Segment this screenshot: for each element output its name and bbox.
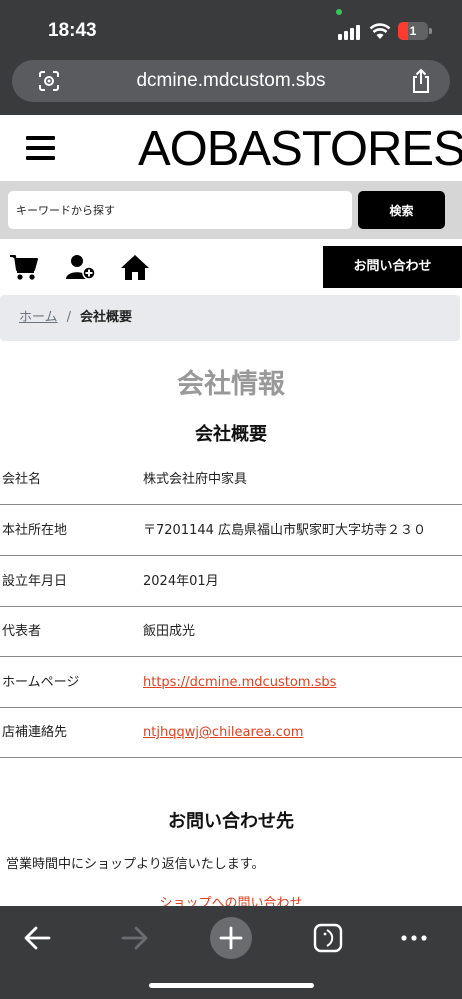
- tabs-icon[interactable]: [306, 916, 350, 960]
- info-label: 本社所在地: [2, 523, 68, 538]
- info-row: 設立年月日 2024年01月: [0, 557, 462, 607]
- icon-nav-row: お問い合わせ: [0, 239, 462, 295]
- page-title: 会社情報: [177, 369, 285, 400]
- breadcrumb-current: 会社概要: [80, 310, 133, 325]
- battery-icon: 1: [398, 22, 428, 40]
- search-button[interactable]: 検索: [358, 191, 445, 229]
- menu-icon[interactable]: [26, 136, 55, 160]
- info-label: 設立年月日: [2, 574, 68, 589]
- info-label: 代表者: [2, 624, 42, 639]
- info-row: ホームページ https://dcmine.mdcustom.sbs: [0, 658, 462, 708]
- homepage-link[interactable]: https://dcmine.mdcustom.sbs: [143, 658, 336, 708]
- contact-button[interactable]: お問い合わせ: [323, 246, 462, 288]
- breadcrumb: ホーム / 会社概要: [0, 295, 460, 341]
- breadcrumb-separator: /: [66, 310, 72, 325]
- battery-level: 1: [409, 24, 417, 38]
- add-user-icon[interactable]: [66, 253, 96, 281]
- inquiry-title: お問い合わせ先: [168, 811, 294, 832]
- cart-icon[interactable]: [9, 253, 39, 281]
- home-indicator: [149, 983, 314, 988]
- info-row: 店補連絡先 ntjhqqwj@chilearea.com: [0, 708, 462, 758]
- info-row: 会社名 株式会社府中家具: [0, 455, 462, 505]
- url-text[interactable]: dcmine.mdcustom.sbs: [12, 60, 450, 102]
- info-value: 株式会社府中家具: [143, 472, 248, 487]
- site-logo[interactable]: AOBASTORES: [138, 121, 462, 177]
- address-bar[interactable]: dcmine.mdcustom.sbs: [12, 60, 450, 102]
- info-row: 本社所在地 〒7201144 広島県福山市駅家町大字坊寺２３０: [0, 506, 462, 556]
- section-title: 会社概要: [195, 424, 267, 445]
- cellular-signal-icon: [338, 24, 362, 40]
- forward-icon[interactable]: [112, 916, 156, 960]
- privacy-indicator-dot: [336, 9, 342, 15]
- info-label: 会社名: [2, 472, 42, 487]
- info-row: 代表者 飯田成光: [0, 607, 462, 657]
- info-label: 店補連絡先: [2, 725, 68, 740]
- status-time: 18:43: [48, 20, 97, 41]
- info-value: 2024年01月: [143, 574, 219, 589]
- back-icon[interactable]: [16, 916, 60, 960]
- search-bar: 検索: [0, 181, 462, 239]
- info-value: 飯田成光: [143, 624, 196, 639]
- home-icon[interactable]: [120, 253, 150, 281]
- battery-tip: [429, 28, 432, 34]
- search-input[interactable]: [8, 191, 352, 229]
- hours-text: 営業時間中にショップより返信いたします。: [6, 857, 265, 872]
- site-header: AOBASTORES: [0, 115, 462, 181]
- wifi-icon: [369, 23, 391, 39]
- new-tab-icon[interactable]: [209, 916, 253, 960]
- info-value: 〒7201144 広島県福山市駅家町大字坊寺２３０: [143, 523, 427, 538]
- info-label: ホームページ: [2, 675, 80, 690]
- browser-top-chrome: 18:43 1 dcmine.mdcustom.sbs: [0, 0, 462, 115]
- browser-toolbar: [0, 906, 462, 999]
- share-icon[interactable]: [410, 68, 432, 94]
- more-icon[interactable]: [392, 916, 436, 960]
- email-link[interactable]: ntjhqqwj@chilearea.com: [143, 708, 303, 758]
- breadcrumb-home-link[interactable]: ホーム: [19, 310, 58, 325]
